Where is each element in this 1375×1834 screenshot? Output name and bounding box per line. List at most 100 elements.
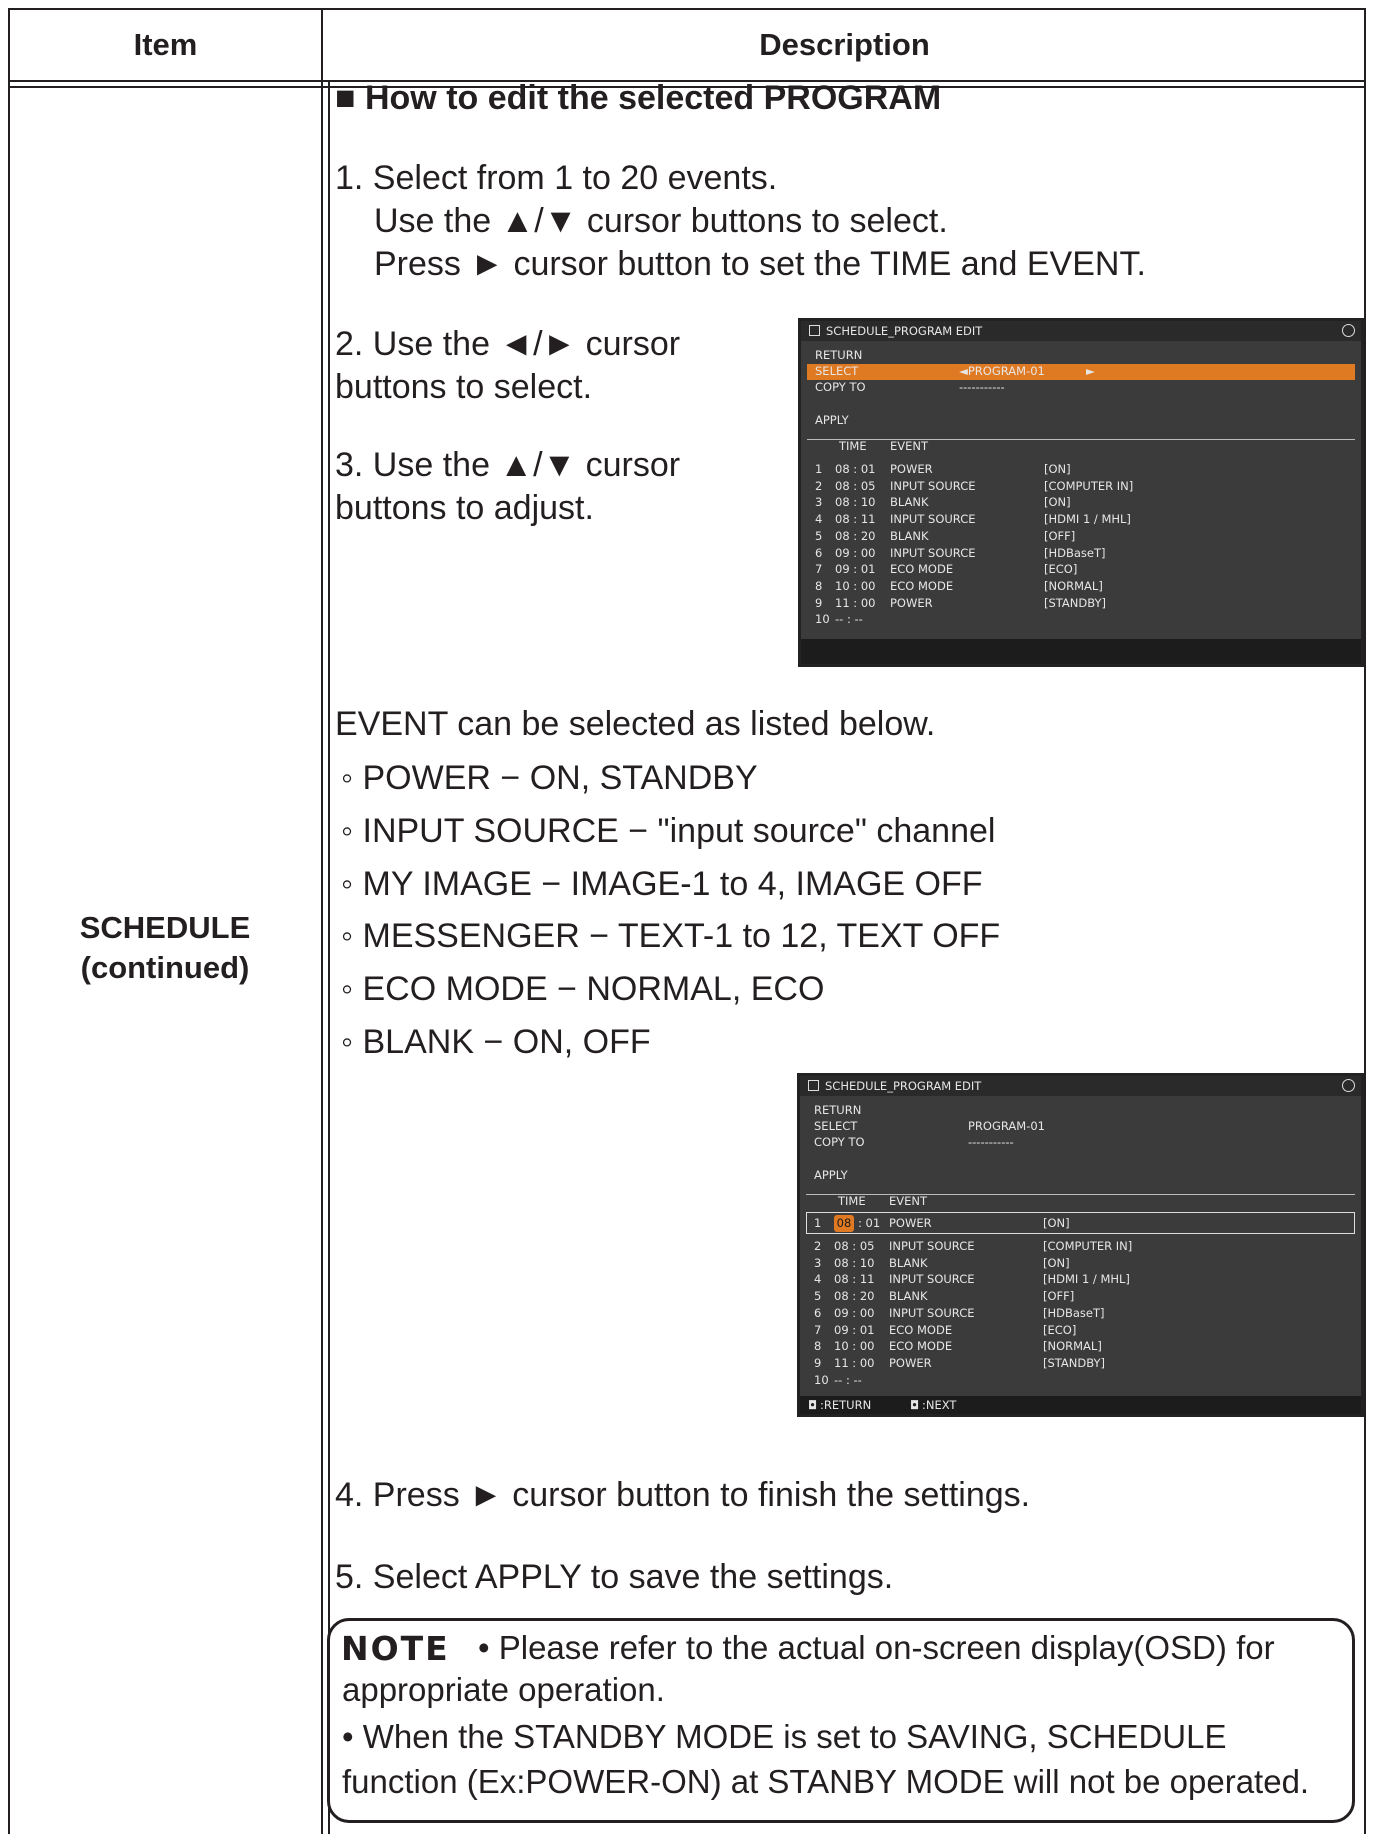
osd-event-time[interactable]: 09 : 01 <box>835 561 875 578</box>
osd-event-time[interactable]: 08 : 11 <box>835 511 875 528</box>
osd-event-value[interactable]: [HDMI 1 / MHL] <box>1043 1271 1130 1288</box>
section-title: ■ How to edit the selected PROGRAM <box>335 79 942 117</box>
osd-select-value[interactable]: ◄PROGRAM-01 <box>959 363 1045 379</box>
osd-event-num: 2 <box>815 478 823 493</box>
left-button-icon: ◘ <box>808 1398 818 1412</box>
osd-event-name[interactable]: INPUT SOURCE <box>890 511 976 528</box>
osd-event-value[interactable]: [OFF] <box>1043 1288 1074 1305</box>
osd-col-event: EVENT <box>889 1194 928 1208</box>
osd-event-name[interactable]: INPUT SOURCE <box>889 1238 975 1255</box>
osd-event-value[interactable]: [ON] <box>1044 494 1071 511</box>
osd-event-value[interactable]: [NORMAL] <box>1043 1338 1102 1355</box>
osd-event-name[interactable]: BLANK <box>889 1255 928 1272</box>
osd-event-time[interactable]: 08 : 05 <box>834 1238 874 1255</box>
osd-event-name[interactable]: BLANK <box>890 494 929 511</box>
note-line: appropriate operation. <box>342 1671 665 1708</box>
osd-event-time[interactable]: 11 : 00 <box>834 1355 874 1372</box>
event-list-item: ◦ INPUT SOURCE − "input source" channel <box>341 812 996 850</box>
osd-minute[interactable]: : 01 <box>858 1215 880 1232</box>
osd-event-value[interactable]: [HDMI 1 / MHL] <box>1044 511 1131 528</box>
osd-return[interactable]: RETURN <box>815 347 862 363</box>
osd-hour-spinner[interactable]: 08 <box>834 1215 854 1232</box>
osd-event-name[interactable]: INPUT SOURCE <box>890 545 976 562</box>
osd-event-value[interactable]: [NORMAL] <box>1044 578 1103 595</box>
osd-event-value[interactable]: [HDBaseT] <box>1044 545 1106 562</box>
osd-event-num: 6 <box>815 545 823 560</box>
osd-event-value[interactable]: [ON] <box>1043 1255 1070 1272</box>
osd-event-num: 1 <box>815 462 823 476</box>
osd-select-value: PROGRAM-01 <box>968 1119 1045 1133</box>
close-icon[interactable] <box>1342 324 1355 337</box>
note-box: NOTE • Please refer to the actual on-scr… <box>327 1618 1355 1823</box>
osd-program-edit-select: SCHEDULE_PROGRAM EDIT RETURN SELECT ◄PRO… <box>798 318 1364 667</box>
osd-event-num: 4 <box>815 512 823 527</box>
osd-footer-next[interactable]: :NEXT <box>922 1398 956 1412</box>
osd-event-num: 3 <box>815 495 823 510</box>
osd-col-time: TIME <box>838 1194 866 1208</box>
osd-event-value[interactable]: [OFF] <box>1044 528 1075 545</box>
osd-event-name[interactable]: POWER <box>890 461 933 478</box>
osd-footer-return[interactable]: :RETURN <box>820 1398 871 1412</box>
right-arrow-icon[interactable]: ► <box>1086 363 1095 379</box>
osd-event-time[interactable]: 08 : 20 <box>835 528 875 545</box>
osd-event-time[interactable]: 08 : 10 <box>834 1255 874 1272</box>
osd-event-time[interactable]: 09 : 00 <box>834 1305 874 1322</box>
osd-event-time[interactable]: 08 : 10 <box>835 494 875 511</box>
note-line: function (Ex:POWER-ON) at STANBY MODE wi… <box>342 1763 1310 1800</box>
item-name-line: SCHEDULE <box>79 910 251 945</box>
osd-event-num: 2 <box>814 1239 822 1253</box>
osd-event-value[interactable]: [ON] <box>1044 461 1071 478</box>
osd-event-name[interactable]: BLANK <box>889 1288 928 1305</box>
event-list-item: ◦ BLANK − ON, OFF <box>341 1023 651 1061</box>
item-name-line: (continued) <box>80 950 250 985</box>
osd-event-time[interactable]: 09 : 01 <box>834 1322 874 1339</box>
header-item: Item <box>133 27 198 62</box>
osd-event-name[interactable]: POWER <box>890 595 933 612</box>
osd-event-time[interactable]: 10 : 00 <box>835 578 875 595</box>
osd-event-num: 3 <box>814 1255 822 1270</box>
osd-event-time[interactable]: 08 : 05 <box>835 478 875 495</box>
osd-event-num: 8 <box>815 578 823 593</box>
osd-title-bar: SCHEDULE_PROGRAM EDIT <box>801 321 1361 341</box>
osd-event-name[interactable]: ECO MODE <box>890 578 953 595</box>
step-3-line: buttons to adjust. <box>335 489 594 527</box>
osd-event-time[interactable]: 08 : 20 <box>834 1288 874 1305</box>
osd-copy-to[interactable]: COPY TO <box>814 1134 865 1150</box>
osd-event-value[interactable]: [STANDBY] <box>1044 595 1106 612</box>
osd-event-time[interactable]: 08 : 11 <box>834 1271 874 1288</box>
osd-event-name[interactable]: POWER <box>889 1355 932 1372</box>
osd-event-name[interactable]: INPUT SOURCE <box>889 1271 975 1288</box>
osd-apply[interactable]: APPLY <box>815 412 849 428</box>
osd-event-value[interactable]: [COMPUTER IN] <box>1043 1238 1132 1255</box>
osd-event-value[interactable]: [STANDBY] <box>1043 1355 1105 1372</box>
osd-event-value[interactable]: [ECO] <box>1044 561 1077 578</box>
osd-event-name[interactable]: POWER <box>889 1215 932 1232</box>
step-1-line: Use the ▲/▼ cursor buttons to select. <box>374 202 948 240</box>
osd-apply[interactable]: APPLY <box>814 1167 848 1183</box>
note-line: • When the STANDBY MODE is set to SAVING… <box>342 1718 1227 1755</box>
osd-event-value[interactable]: [COMPUTER IN] <box>1044 478 1133 495</box>
osd-event-num: 9 <box>815 595 823 610</box>
osd-event-value[interactable]: [HDBaseT] <box>1043 1305 1105 1322</box>
osd-select-label[interactable]: SELECT <box>814 1118 857 1134</box>
osd-event-time[interactable]: 09 : 00 <box>835 545 875 562</box>
osd-copy-to[interactable]: COPY TO <box>815 379 866 395</box>
note-label: NOTE <box>341 1629 450 1668</box>
osd-event-time[interactable]: 10 : 00 <box>834 1338 874 1355</box>
event-intro: EVENT can be selected as listed below. <box>335 705 936 743</box>
osd-select-label[interactable]: SELECT <box>815 363 858 379</box>
osd-event-value[interactable]: [ECO] <box>1043 1322 1076 1339</box>
osd-event-time[interactable]: 11 : 00 <box>835 595 875 612</box>
close-icon[interactable] <box>1342 1079 1355 1092</box>
osd-event-time[interactable]: 08 : 01 <box>835 461 875 478</box>
osd-event-time[interactable]: -- : -- <box>835 611 863 628</box>
osd-event-name[interactable]: ECO MODE <box>889 1322 952 1339</box>
osd-event-time[interactable]: -- : -- <box>834 1372 862 1389</box>
osd-event-name[interactable]: INPUT SOURCE <box>890 478 976 495</box>
osd-event-name[interactable]: ECO MODE <box>889 1338 952 1355</box>
osd-event-value[interactable]: [ON] <box>1043 1215 1070 1232</box>
osd-return[interactable]: RETURN <box>814 1102 861 1118</box>
osd-event-name[interactable]: INPUT SOURCE <box>889 1305 975 1322</box>
osd-event-name[interactable]: BLANK <box>890 528 929 545</box>
osd-event-name[interactable]: ECO MODE <box>890 561 953 578</box>
